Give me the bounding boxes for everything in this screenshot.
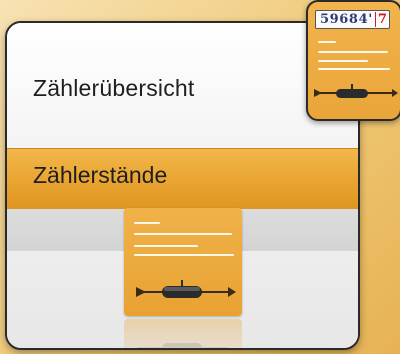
meter-counter-icon: 59684' 7 [315,10,390,29]
counter-digits: 59684' [320,12,373,27]
menu-item-meter-readings-label: Zählerstände [33,162,168,188]
probe-arrow-icon [136,280,236,298]
meter-reading-document-icon [124,208,242,316]
meter-counter-thumbnail[interactable]: 59684' 7 [306,0,400,121]
probe-arrow-icon [314,84,398,98]
document-reflection [124,319,242,348]
page-title: Zählerübersicht [33,75,195,101]
counter-last-digit: 7 [374,12,390,27]
